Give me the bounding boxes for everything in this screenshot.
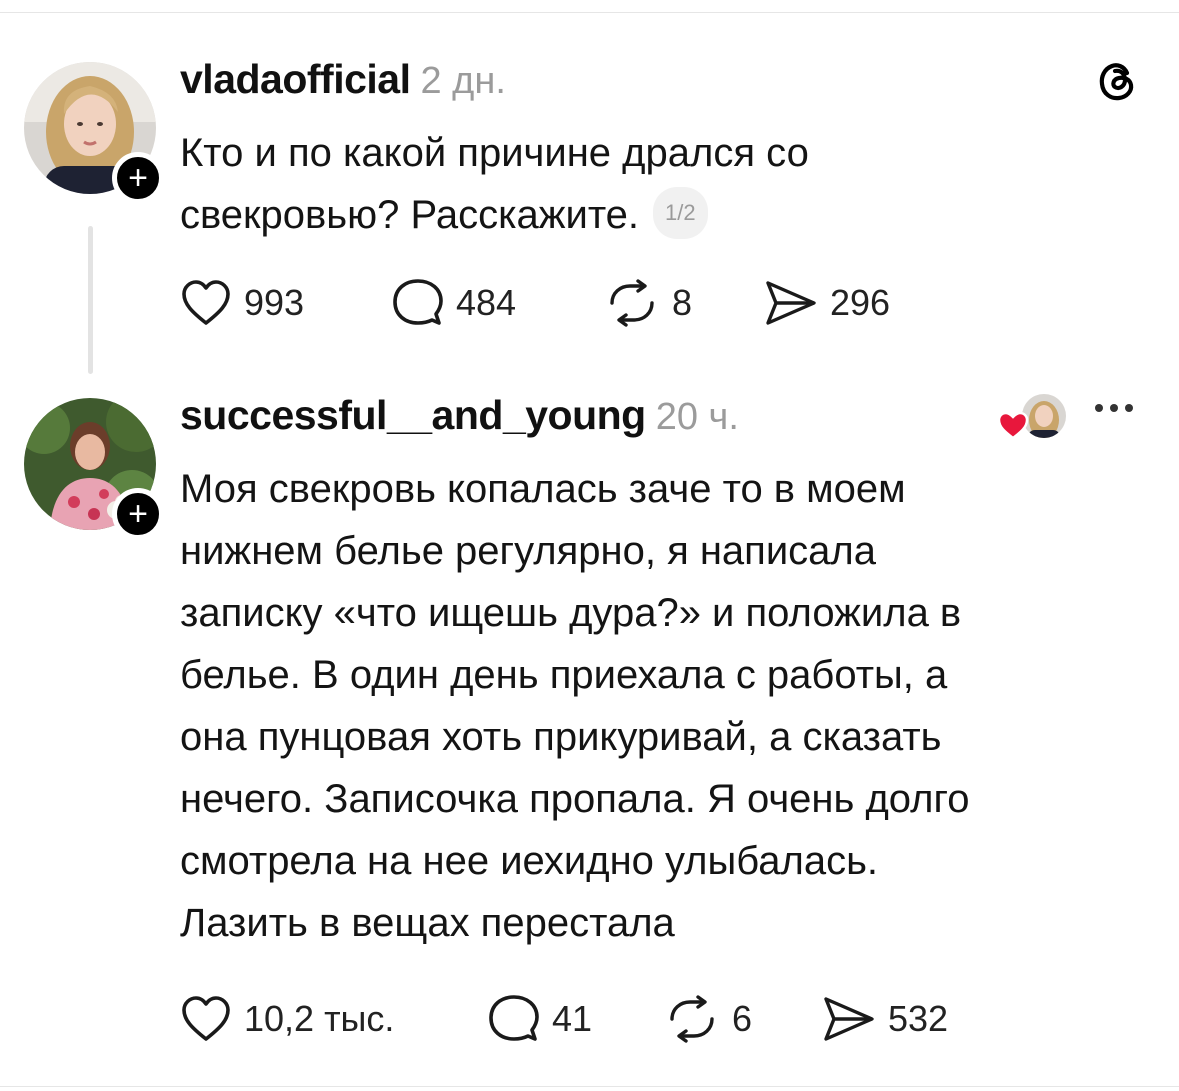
follow-button[interactable]: + [112, 152, 164, 204]
repost-icon [670, 995, 714, 1043]
plus-icon: + [128, 495, 148, 533]
more-dots-icon[interactable] [1095, 404, 1133, 412]
repost-button[interactable]: 8 [604, 279, 764, 327]
post-author[interactable]: vladaofficial 2 дн. [180, 56, 506, 103]
post-text-line: Моя свекровь копалась заче то в моем [180, 467, 906, 511]
post-time: 20 ч. [655, 396, 739, 438]
liked-by-author-indicator [996, 392, 1068, 444]
post-text-line: записку «что ищешь дура?» и положила в [180, 591, 962, 635]
post-text-line: она пунцовая хоть прикуривай, а сказать [180, 715, 942, 759]
like-count: 10,2 тыс. [244, 998, 395, 1039]
like-button[interactable]: 10,2 тыс. [180, 995, 488, 1043]
comment-bubble-icon [393, 279, 443, 325]
reply-count: 484 [456, 282, 517, 323]
post-text-line: смотрела на нее иехидно улыбалась. [180, 839, 879, 883]
carousel-page-indicator: 1/2 [653, 187, 708, 240]
dot [1110, 404, 1118, 412]
send-icon [824, 997, 874, 1041]
top-divider [0, 12, 1179, 13]
repost-icon [610, 279, 654, 327]
send-icon [766, 281, 816, 325]
post-time: 2 дн. [420, 60, 506, 102]
username[interactable]: vladaofficial [180, 56, 411, 102]
post-text-line: нечего. Записочка пропала. Я очень долго [180, 777, 970, 821]
thread-connector-line [88, 226, 93, 374]
repost-button[interactable]: 6 [664, 995, 822, 1043]
post-actions: 993 484 8 296 [180, 278, 890, 328]
reply-button[interactable]: 484 [392, 278, 604, 328]
share-button[interactable]: 296 [764, 279, 890, 327]
reply-count: 41 [552, 998, 593, 1039]
plus-icon: + [128, 159, 148, 197]
follow-button[interactable]: + [112, 488, 164, 540]
post-text-line: Кто и по какой причине дрался со [180, 131, 809, 175]
like-button[interactable]: 993 [180, 279, 392, 327]
comment-bubble-icon [489, 995, 539, 1041]
share-count: 296 [830, 282, 891, 323]
bottom-divider [0, 1086, 1179, 1087]
post-text-line: белье. В один день приехала с работы, а [180, 653, 948, 697]
heart-icon [182, 996, 230, 1041]
repost-count: 8 [672, 282, 693, 323]
post-author[interactable]: successful__and_young 20 ч. [180, 392, 739, 439]
share-button[interactable]: 532 [822, 995, 948, 1043]
liked-by-author-avatar [997, 394, 1066, 440]
heart-icon [182, 280, 230, 325]
post-body: Моя свекровь копалась заче то в моем ниж… [180, 458, 969, 954]
post-body: Кто и по какой причине дрался со свекров… [180, 122, 809, 246]
post-text-line-with-badge: свекровью? Расскажите. 1/2 [180, 184, 809, 246]
post-text-line: Лазить в вещах перестала [180, 901, 675, 945]
post-text-line: нижнем белье регулярно, я написала [180, 529, 877, 573]
repost-count: 6 [732, 998, 753, 1039]
post-text-line: свекровью? Расскажите. [180, 193, 640, 237]
username[interactable]: successful__and_young [180, 392, 646, 438]
dot [1125, 404, 1133, 412]
post-actions: 10,2 тыс. 41 6 532 [180, 994, 948, 1044]
share-count: 532 [888, 998, 949, 1039]
red-heart-icon [997, 411, 1029, 440]
dot [1095, 404, 1103, 412]
like-count: 993 [244, 282, 305, 323]
threads-logo-icon[interactable] [1094, 58, 1140, 104]
reply-button[interactable]: 41 [488, 994, 664, 1044]
